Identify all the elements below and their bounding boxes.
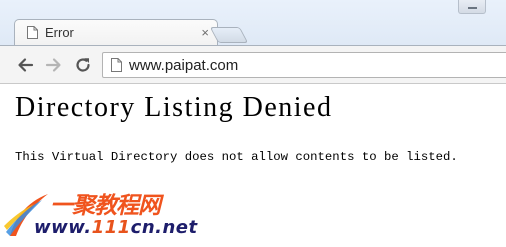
reload-icon — [74, 56, 92, 74]
back-button[interactable] — [16, 56, 34, 74]
url-text[interactable]: www.paipat.com — [129, 57, 238, 75]
page-icon — [111, 58, 122, 72]
tab-title: Error — [45, 25, 74, 40]
forward-button[interactable] — [45, 56, 63, 74]
page-icon — [27, 26, 38, 39]
reload-button[interactable] — [74, 56, 92, 74]
watermark-url: www.111cn.net — [34, 217, 198, 238]
arrow-right-icon — [45, 56, 63, 74]
arrow-left-icon — [16, 56, 34, 74]
page-heading: Directory Listing Denied — [15, 92, 333, 123]
watermark-brand-text: 一聚教程网 — [50, 193, 161, 219]
watermark-url-suffix: cn.net — [130, 217, 198, 238]
address-bar[interactable]: www.paipat.com — [102, 52, 506, 78]
error-message: This Virtual Directory does not allow co… — [15, 150, 458, 164]
watermark-url-number: 111 — [91, 217, 131, 238]
close-icon[interactable]: × — [201, 25, 209, 41]
minimize-button[interactable] — [458, 0, 486, 14]
tab-error[interactable]: Error × — [14, 19, 218, 45]
watermark-url-prefix: www. — [34, 217, 92, 238]
browser-toolbar: www.paipat.com — [0, 45, 506, 84]
tab-strip: Error × — [0, 0, 506, 45]
